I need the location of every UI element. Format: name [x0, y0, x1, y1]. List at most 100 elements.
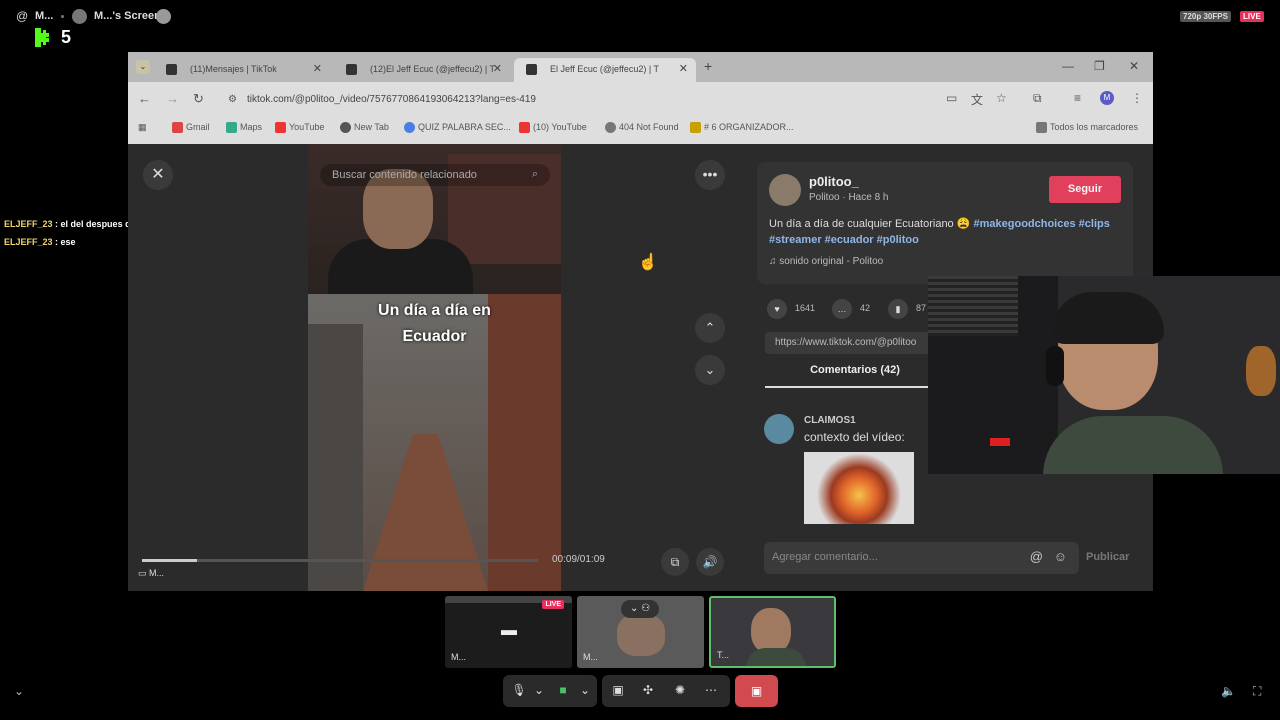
post-description: Un día a día de cualquier Ecuatoriano 😩 … [769, 218, 1110, 246]
previous-video-button[interactable]: ⌃ [695, 313, 725, 343]
comment-button[interactable]: … 42 [832, 299, 870, 319]
close-window-icon[interactable]: ✕ [1129, 59, 1139, 73]
more-icon[interactable]: ⋯ [701, 683, 721, 697]
tab-strip: ⌄ (11)Mensajes | TikTok ✕ (12)El Jeff Ecu… [128, 52, 1153, 82]
close-video-button[interactable]: ✕ [143, 160, 173, 190]
hashtag[interactable]: #clips [1079, 218, 1110, 230]
apps-icon[interactable]: ▦ [138, 122, 147, 133]
camera-options-icon[interactable]: ⌄ [575, 683, 595, 697]
comments-tab[interactable]: Comentarios (42) [765, 364, 945, 388]
bookmark-new-tab[interactable]: New Tab [340, 122, 389, 133]
mention-icon[interactable]: @ [1030, 549, 1043, 564]
new-tab-icon[interactable]: + [704, 58, 712, 74]
video-caption: Un día a día en Ecuador [378, 302, 491, 345]
forward-icon[interactable]: → [166, 91, 179, 106]
commenter-name[interactable]: CLAIMOS1 [804, 415, 856, 426]
separator-dot [61, 15, 64, 18]
save-button[interactable]: ▮ 87 [888, 299, 926, 319]
post-info-card: p0litoo_ Politoo · Hace 8 h Seguir Un dí… [757, 162, 1133, 284]
bookmark-gmail[interactable]: Gmail [172, 122, 210, 133]
hashtag[interactable]: #streamer [769, 234, 822, 246]
camera-icon[interactable]: ■ [553, 683, 573, 697]
chat-message: ELJEFF_23 : ese [4, 237, 76, 247]
tile-options-icon[interactable]: ⌄ ⚇ [621, 600, 659, 618]
fullscreen-icon[interactable]: ⛶ [1253, 684, 1261, 699]
bookmark-icon: ▮ [888, 299, 908, 319]
video-player[interactable]: Un día a día en Ecuador Buscar contenido… [308, 144, 561, 591]
commenter-avatar[interactable] [764, 414, 794, 444]
participant-tile-screen[interactable]: LIVE ▬ M... [445, 596, 572, 668]
soundboard-icon[interactable]: ✺ [670, 683, 690, 697]
participant-tile-2[interactable]: ⌄ ⚇ M... [577, 596, 704, 668]
kick-logo-icon [35, 28, 49, 47]
next-video-button[interactable]: ⌄ [695, 355, 725, 385]
volume-button[interactable]: 🔊 [696, 548, 724, 576]
bookmark-maps[interactable]: Maps [226, 122, 262, 133]
copy-link-field[interactable]: https://www.tiktok.com/@p0litoo [765, 332, 945, 354]
star-icon[interactable]: ☆ [996, 91, 1007, 105]
comment-image[interactable] [804, 452, 914, 524]
viewer-avatar [156, 9, 171, 24]
menu-icon[interactable]: ⋮ [1131, 91, 1143, 105]
restore-icon[interactable]: ❐ [1094, 59, 1105, 73]
tab-profile-active[interactable]: El Jeff Ecuc (@jeffecu2) | T ✕ [514, 58, 696, 82]
reload-icon[interactable]: ↻ [193, 91, 204, 107]
floating-player-button[interactable]: ⧉ [661, 548, 689, 576]
close-tab-icon[interactable]: ✕ [679, 62, 688, 75]
screen-avatar [72, 9, 87, 24]
collapse-icon[interactable]: ⌄ [14, 684, 24, 698]
headphones [1046, 346, 1064, 386]
screen-share-icon[interactable]: ▣ [608, 683, 628, 697]
like-button[interactable]: ♥ 1641 [767, 299, 815, 319]
live-badge: LIVE [1240, 11, 1264, 22]
add-comment-input[interactable]: Agregar comentario... @ ☺ [764, 542, 1079, 574]
volume-icon[interactable]: 🔈 [1221, 684, 1236, 698]
hashtag[interactable]: #ecuador [825, 234, 874, 246]
more-options-button[interactable]: ••• [695, 160, 725, 190]
address-bar-row: ← → ↻ ⚙ tiktok.com/@p0litoo_/video/757677… [128, 82, 1153, 116]
activities-icon[interactable]: ✣ [638, 683, 658, 697]
tab-search-icon[interactable]: ⌄ [136, 60, 150, 74]
author-username[interactable]: p0litoo_ [809, 174, 859, 189]
minimize-icon[interactable]: — [1062, 59, 1074, 73]
globe-icon [340, 122, 351, 133]
all-bookmarks[interactable]: Todos los marcadores [1036, 122, 1138, 133]
profile-avatar-icon[interactable]: M [1100, 91, 1114, 105]
stop-stream-button[interactable]: ▣ [735, 675, 778, 707]
url-field[interactable]: ⚙ tiktok.com/@p0litoo_/video/757677086419… [226, 89, 926, 110]
author-subline: Politoo · Hace 8 h [809, 192, 889, 203]
tab-messages[interactable]: (11)Mensajes | TikTok ✕ [154, 58, 330, 82]
media-icon[interactable]: ≡ [1074, 91, 1081, 105]
video-progress-bar[interactable] [142, 559, 538, 562]
hashtag[interactable]: #p0litoo [877, 234, 919, 246]
sound-link[interactable]: ♫ sonido original - Politoo [769, 256, 883, 267]
extensions-icon[interactable]: ⧉ [1033, 91, 1042, 106]
bookmark-organizador[interactable]: # 6 ORGANIZADOR... [690, 122, 794, 133]
tiktok-icon [346, 64, 357, 75]
quality-badge: 720p 30FPS [1180, 11, 1231, 22]
microphone-icon[interactable]: 🎙 [509, 683, 529, 697]
follow-button[interactable]: Seguir [1049, 176, 1121, 203]
site-info-icon[interactable]: ⚙ [228, 94, 237, 105]
bookmark-404[interactable]: 404 Not Found [605, 122, 679, 133]
mic-options-icon[interactable]: ⌄ [529, 683, 549, 697]
bookmark-youtube-10[interactable]: (10) YouTube [519, 122, 587, 133]
author-avatar[interactable] [769, 174, 801, 206]
publish-button[interactable]: Publicar [1086, 551, 1129, 563]
close-tab-icon[interactable]: ✕ [493, 62, 502, 75]
bookmarks-bar: ▦ Gmail Maps YouTube New Tab QUIZ PALABR… [128, 116, 1153, 144]
video-time: 00:09/01:09 [552, 554, 605, 565]
emoji-icon[interactable]: ☺ [1054, 549, 1067, 564]
translate-icon[interactable]: 文 [971, 91, 983, 108]
bookmark-youtube[interactable]: YouTube [275, 122, 324, 133]
cast-icon[interactable]: ▭ [946, 91, 957, 105]
participant-tile-3[interactable]: T... [709, 596, 836, 668]
hashtag[interactable]: #makegoodchoices [974, 218, 1076, 230]
search-icon[interactable]: ⌕ [532, 168, 538, 181]
back-icon[interactable]: ← [138, 91, 151, 106]
red-light [990, 438, 1010, 446]
close-tab-icon[interactable]: ✕ [313, 62, 322, 75]
related-search-input[interactable]: Buscar contenido relacionado ⌕ [320, 164, 550, 186]
bookmark-quiz[interactable]: QUIZ PALABRA SEC... [404, 122, 511, 133]
tab-profile-1[interactable]: (12)El Jeff Ecuc (@jeffecu2) | T ✕ [334, 58, 510, 82]
